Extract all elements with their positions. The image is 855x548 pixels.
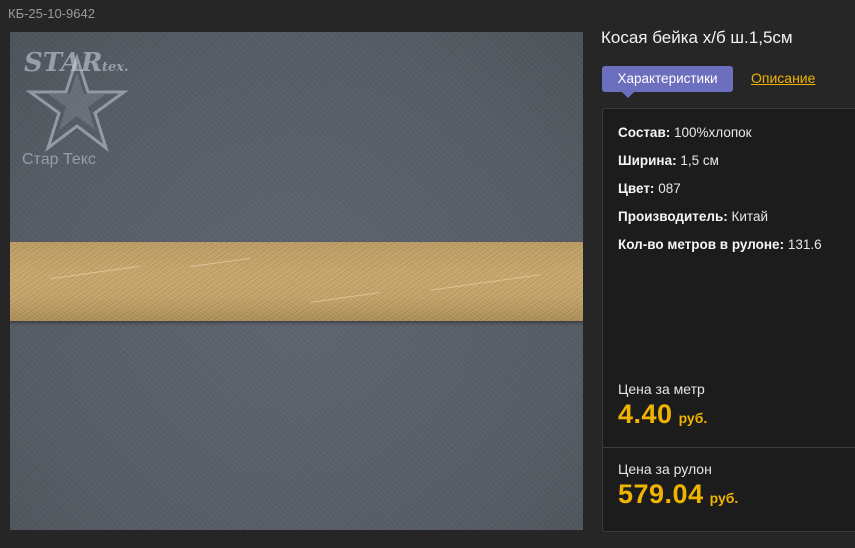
spec-row: Производитель: Китай — [618, 209, 822, 237]
logo-caption: Стар Текс — [22, 151, 96, 168]
bias-tape — [10, 242, 583, 321]
spec-label: Кол-во метров в рулоне: — [618, 237, 785, 252]
spec-value: 1,5 см — [680, 153, 719, 168]
product-image[interactable]: STAR tex. Стар Текс — [10, 32, 583, 530]
spec-row: Состав: 100%хлопок — [618, 125, 822, 153]
spec-value: 131.6 — [787, 237, 822, 252]
divider — [603, 447, 855, 448]
logo-wordmark: STAR — [24, 48, 103, 78]
price-per-meter-value: 4.40 — [618, 399, 673, 429]
spec-label: Ширина: — [618, 153, 677, 168]
tab-description[interactable]: Описание — [751, 70, 815, 86]
price-per-roll-value: 579.04 — [618, 479, 704, 509]
product-title: Косая бейка х/б ш.1,5см — [601, 28, 793, 47]
spec-row: Цвет: 087 — [618, 181, 822, 209]
spec-label: Состав: — [618, 125, 671, 140]
watermark-logo: STAR tex. Стар Текс — [16, 44, 156, 168]
logo-suffix: tex. — [102, 60, 129, 75]
currency-label: руб. — [709, 490, 739, 506]
spec-label: Цвет: — [618, 181, 655, 196]
product-sku: КБ-25-10-9642 — [8, 6, 95, 21]
spec-value: 100%хлопок — [674, 125, 752, 140]
tab-characteristics[interactable]: Характеристики — [602, 66, 733, 98]
spec-label: Производитель: — [618, 209, 728, 224]
price-per-meter-label: Цена за метр — [618, 381, 705, 397]
spec-row: Ширина: 1,5 см — [618, 153, 822, 181]
characteristics-panel: Состав: 100%хлопок Ширина: 1,5 см Цвет: … — [602, 108, 855, 532]
spec-row: Кол-во метров в рулоне: 131.6 — [618, 237, 822, 265]
spec-list: Состав: 100%хлопок Ширина: 1,5 см Цвет: … — [618, 125, 822, 265]
currency-label: руб. — [678, 410, 708, 426]
price-per-roll-label: Цена за рулон — [618, 461, 712, 477]
spec-value: Китай — [731, 209, 769, 224]
price-per-meter: Цена за метр 4.40 руб. — [618, 381, 707, 430]
spec-value: 087 — [658, 181, 681, 196]
price-per-roll: Цена за рулон 579.04 руб. — [618, 461, 738, 510]
